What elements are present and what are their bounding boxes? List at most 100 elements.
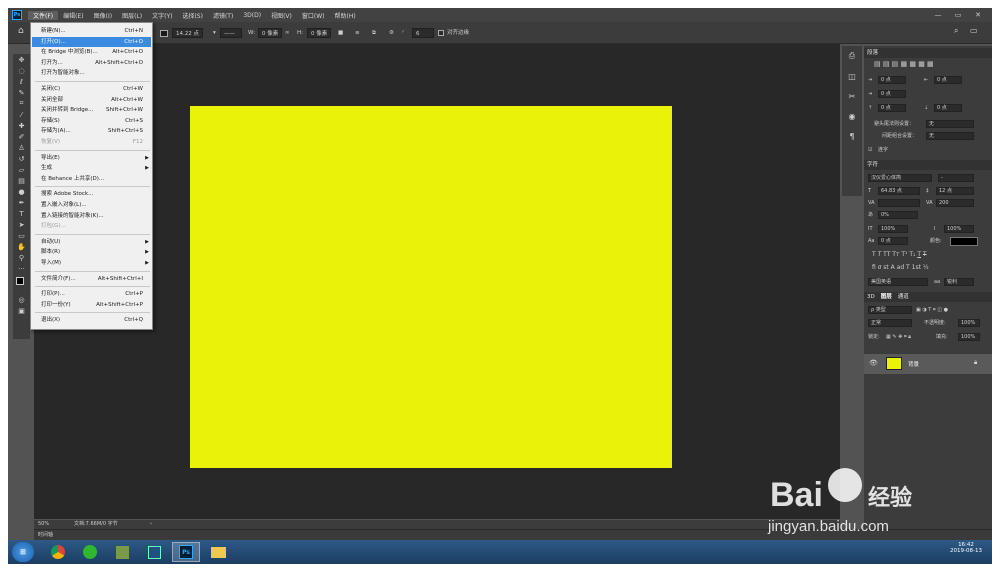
foreground-color-icon[interactable] (16, 277, 24, 285)
fill-field[interactable]: 100% (958, 333, 980, 341)
type-style-buttons[interactable]: T T TT Tт T¹ T₁ T T (872, 251, 927, 259)
healing-brush-tool-icon[interactable]: ✚ (13, 120, 30, 131)
file-menu-item[interactable]: 置入嵌入对象(L)... (32, 200, 151, 210)
opentype-buttons[interactable]: ﬁ ơ st A ad T 1st ½ (872, 264, 929, 272)
app-arrow-icon[interactable] (140, 542, 168, 562)
file-menu-item[interactable]: 关闭并转到 Bridge... Shift+Ctrl+W (32, 105, 151, 115)
status-arrow-icon[interactable]: › (150, 520, 152, 529)
start-button-icon[interactable]: ⊞ (12, 542, 34, 562)
file-menu-item[interactable]: 关闭全部 Alt+Ctrl+W (32, 95, 151, 105)
marquee-tool-icon[interactable]: ◌ (13, 65, 30, 76)
text-color-swatch[interactable] (950, 237, 978, 246)
properties-panel-icon[interactable]: ◫ (842, 66, 862, 86)
brush-tool-icon[interactable]: ✐ (13, 131, 30, 142)
close-button[interactable]: ✕ (970, 8, 986, 22)
quick-mask-icon[interactable]: ◎ (13, 294, 30, 305)
file-menu-item[interactable]: 存储(S) Ctrl+S (32, 116, 151, 126)
height-field[interactable]: 0 像素 (307, 28, 332, 38)
tab-3d[interactable]: 3D (867, 292, 875, 302)
vertical-scale-field[interactable]: 100% (878, 225, 908, 233)
stroke-color-swatch[interactable] (160, 30, 168, 37)
tracking-field[interactable]: 200 (936, 199, 974, 207)
paragraph-styles-icon[interactable]: ¶ (842, 126, 862, 146)
file-menu-item[interactable]: 打开为智能对象... (32, 68, 151, 78)
menu-edit[interactable]: 编辑(E) (58, 11, 88, 20)
hand-tool-icon[interactable]: ✋ (13, 241, 30, 252)
indent-first-field[interactable]: 0 点 (878, 90, 906, 98)
color-swatches[interactable] (13, 274, 30, 294)
tab-channels[interactable]: 通道 (898, 292, 909, 302)
chrome-icon[interactable] (44, 542, 72, 562)
file-menu-item[interactable]: 打开(O)... Ctrl+O (32, 36, 151, 47)
file-menu-item[interactable]: 关闭(C) Ctrl+W (32, 84, 151, 94)
eraser-tool-icon[interactable]: ▱ (13, 164, 30, 175)
stroke-type-dropdown[interactable]: —— (220, 28, 242, 38)
home-icon[interactable]: ⌂ (18, 26, 24, 36)
photoshop-taskbar-icon[interactable]: Ps (172, 542, 200, 562)
crop-tool-icon[interactable]: ⌗ (13, 98, 30, 109)
dodge-tool-icon[interactable]: ● (13, 186, 30, 197)
lasso-tool-icon[interactable]: ℓ (13, 76, 30, 87)
eyedropper-tool-icon[interactable]: ⁄ (13, 109, 30, 120)
file-menu-item[interactable]: 打印一份(Y) Alt+Shift+Ctrl+P (32, 300, 151, 310)
layer-row[interactable]: 👁︎ 背景 🔒︎ (864, 354, 992, 374)
search-icon[interactable]: ⌕ (954, 26, 958, 36)
tsume-field[interactable]: 0% (878, 211, 918, 219)
path-select-tool-icon[interactable]: ➤ (13, 219, 30, 230)
menu-type[interactable]: 文字(Y) (147, 11, 177, 20)
shape-tool-icon[interactable]: ▭ (13, 230, 30, 241)
history-brush-tool-icon[interactable]: ↺ (13, 153, 30, 164)
hyphenate-checkbox-icon[interactable]: ☑ (868, 146, 872, 154)
history-panel-icon[interactable]: ⎙ (842, 46, 862, 66)
menu-window[interactable]: 窗口(W) (297, 11, 330, 20)
file-menu-item[interactable]: 导出(E) ▶ (32, 153, 151, 163)
width-field[interactable]: 0 像素 (258, 28, 283, 38)
file-menu-item[interactable]: 在 Bridge 中浏览(B)... Alt+Ctrl+O (32, 47, 151, 57)
character-panel-tab[interactable]: 字符 (864, 160, 992, 170)
minimize-button[interactable]: — (930, 8, 946, 22)
path-ops-icon[interactable]: ■ (338, 28, 343, 38)
space-after-field[interactable]: 0 点 (934, 104, 962, 112)
align-buttons[interactable]: ▤ ▤ ▤ ▦ ▦ ▦ ▦ (874, 60, 934, 68)
explorer-folder-icon[interactable] (204, 542, 232, 562)
pen-tool-icon[interactable]: ✒ (13, 197, 30, 208)
eye-visibility-icon[interactable]: 👁︎ (869, 359, 878, 367)
link-icon[interactable]: ∞ (285, 28, 290, 38)
file-menu-item[interactable]: 导入(M) ▶ (32, 258, 151, 268)
menu-select[interactable]: 选择(S) (177, 11, 208, 20)
file-menu-item[interactable]: 文件简介(F)... Alt+Shift+Ctrl+I (32, 274, 151, 284)
mojikumi-dropdown[interactable]: 无 (926, 132, 974, 140)
language-dropdown[interactable]: 美国英语 (868, 278, 928, 286)
lock-icons[interactable]: ▦ ✎ ✥ ⌗ 🔒︎ (886, 333, 911, 341)
brush-settings-icon[interactable]: ✂ (842, 86, 862, 106)
path-arrange-icon[interactable]: ⧉ (372, 28, 376, 38)
blend-mode-dropdown[interactable]: 正常 (868, 319, 912, 327)
leading-field[interactable]: 12 点 (936, 187, 974, 195)
menu-help[interactable]: 帮助(H) (330, 11, 361, 20)
photoshop-logo-icon[interactable]: Ps (12, 10, 22, 20)
file-menu-item[interactable]: 存储为(A)... Shift+Ctrl+S (32, 126, 151, 136)
zoom-tool-icon[interactable]: ⚲ (13, 252, 30, 263)
menu-image[interactable]: 图像(I) (89, 11, 117, 20)
file-menu-item[interactable]: 自动(U) ▶ (32, 237, 151, 247)
file-menu-item[interactable]: 打印(P)... Ctrl+P (32, 289, 151, 299)
indent-left-field[interactable]: 0 点 (878, 76, 906, 84)
quick-select-tool-icon[interactable]: ✎ (13, 87, 30, 98)
menu-file[interactable]: 文件(F) (28, 10, 59, 20)
file-menu-item[interactable]: 生成 ▶ (32, 163, 151, 173)
move-tool-icon[interactable]: ✥ (13, 54, 30, 65)
stroke-width-field[interactable]: 14.22 点 (172, 28, 203, 38)
layer-name[interactable]: 背景 (908, 360, 919, 368)
file-menu-item[interactable]: 搜索 Adobe Stock... (32, 189, 151, 199)
type-tool-icon[interactable]: T (13, 208, 30, 219)
file-menu-item[interactable]: 置入链接的智能对象(K)... (32, 211, 151, 221)
font-style-dropdown[interactable]: - (938, 174, 974, 182)
opacity-field[interactable]: 100% (958, 319, 980, 327)
kerning-field[interactable] (878, 199, 920, 207)
font-family-dropdown[interactable]: 汉仪爱心体简 (868, 174, 932, 182)
restore-button[interactable]: ▭ (950, 8, 966, 22)
gradient-tool-icon[interactable]: ▤ (13, 175, 30, 186)
menu-3d[interactable]: 3D(D) (238, 12, 266, 19)
app-box-icon[interactable] (108, 542, 136, 562)
clock[interactable]: 16:42 2019-08-13 (946, 542, 986, 554)
